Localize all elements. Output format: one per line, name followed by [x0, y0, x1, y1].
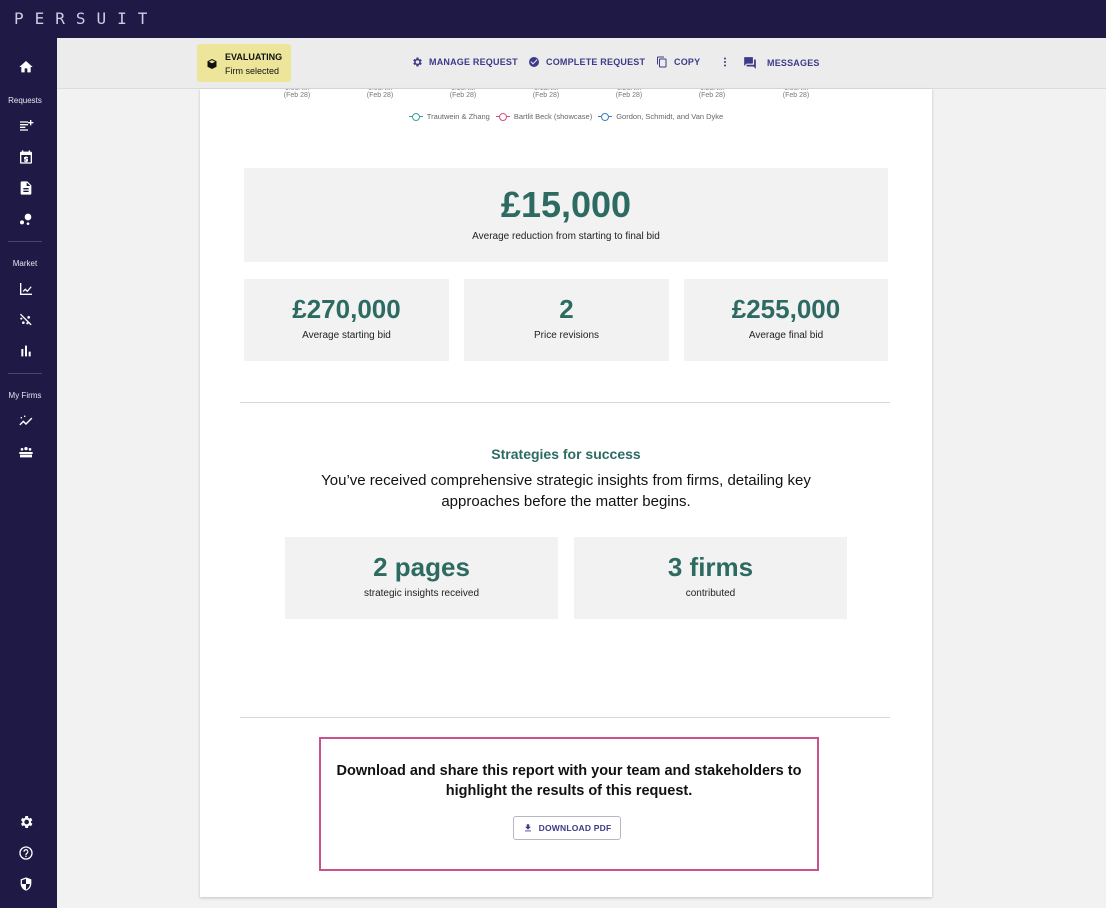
- status-title: EVALUATING: [225, 52, 283, 62]
- sidebar-section-requests: Requests: [8, 96, 42, 105]
- x-tick: 6:10AM(Feb 28): [449, 89, 477, 99]
- section-divider: [240, 402, 890, 403]
- status-box-icon: [206, 57, 218, 69]
- status-badge: EVALUATING Firm selected: [197, 44, 291, 82]
- chat-icon: [744, 57, 756, 69]
- x-tick: 6:05AM(Feb 28): [366, 89, 394, 99]
- app-logo[interactable]: PERSUIT: [14, 9, 158, 28]
- manage-request-label: MANAGE REQUEST: [429, 57, 518, 67]
- price-revisions-value: 2: [559, 294, 574, 324]
- insight-pages-card: 2 pages strategic insights received: [285, 537, 558, 619]
- insight-pages-value: 2 pages: [373, 552, 470, 582]
- report-card: 6:00AM(Feb 28) 6:05AM(Feb 28) 6:10AM(Feb…: [200, 89, 932, 897]
- line-chart-icon[interactable]: [17, 280, 35, 298]
- messages-button[interactable]: MESSAGES: [743, 56, 820, 70]
- x-tick: 6:30AM(Feb 28): [782, 89, 810, 99]
- contributing-firms-value: 3 firms: [667, 552, 754, 582]
- legend-label: Trautwein & Zhang: [426, 112, 490, 121]
- legend-label: Gordon, Schmidt, and Van Dyke: [616, 112, 724, 121]
- download-pdf-label: DOWNLOAD PDF: [538, 823, 612, 833]
- check-circle-icon: [529, 57, 539, 67]
- x-tick: 6:00AM(Feb 28): [283, 89, 311, 99]
- starting-bid-card: £270,000 Average starting bid: [244, 279, 449, 361]
- firms-group-icon[interactable]: [17, 443, 35, 461]
- new-request-icon[interactable]: [17, 117, 35, 135]
- strategies-description: You’ve received comprehensive strategic …: [321, 472, 811, 510]
- chart-x-axis: 6:00AM(Feb 28) 6:05AM(Feb 28) 6:10AM(Feb…: [200, 89, 932, 105]
- sidebar-section-my-firms: My Firms: [8, 391, 42, 400]
- request-header: EVALUATING Firm selected MANAGE REQUEST …: [57, 38, 1106, 89]
- x-tick: 6:20AM(Feb 28): [615, 89, 643, 99]
- x-tick: 6:15AM(Feb 28): [532, 89, 560, 99]
- download-icon: [524, 824, 531, 832]
- gear-icon: [413, 57, 422, 67]
- download-pdf-button[interactable]: DOWNLOAD PDF: [513, 816, 621, 840]
- sidebar-divider: [8, 373, 42, 374]
- sidebar: Requests Market My Firms: [0, 38, 57, 908]
- x-tick: 6:25AM(Feb 28): [698, 89, 726, 99]
- section-divider: [240, 717, 890, 718]
- workflow-icon[interactable]: [17, 210, 35, 228]
- copy-button[interactable]: COPY: [656, 56, 700, 68]
- reduction-label: Average reduction from starting to final…: [472, 231, 660, 242]
- reduction-stat-card: £15,000 Average reduction from starting …: [244, 168, 888, 262]
- more-vertical-icon: [724, 57, 726, 67]
- chart-legend: Trautwein & Zhang Bartlit Beck (showcase…: [200, 112, 932, 121]
- shield-icon[interactable]: [17, 875, 35, 893]
- scatter-trend-icon[interactable]: [17, 311, 35, 329]
- final-bid-label: Average final bid: [748, 330, 824, 341]
- document-icon[interactable]: [17, 179, 35, 197]
- legend-marker: [598, 112, 613, 121]
- manage-request-button[interactable]: MANAGE REQUEST: [411, 56, 518, 68]
- insight-pages-label: strategic insights received: [363, 588, 480, 599]
- home-icon[interactable]: [17, 58, 35, 76]
- settings-icon[interactable]: [17, 813, 35, 831]
- more-options-button[interactable]: [719, 56, 737, 68]
- legend-item[interactable]: Gordon, Schmidt, and Van Dyke: [598, 112, 723, 121]
- price-revisions-label: Price revisions: [533, 330, 600, 341]
- download-report-panel: Download and share this report with your…: [319, 737, 819, 871]
- legend-item[interactable]: Trautwein & Zhang: [408, 112, 490, 121]
- legend-label: Bartlit Beck (showcase): [513, 112, 593, 121]
- legend-marker: [495, 112, 510, 121]
- status-subtitle: Firm selected: [225, 66, 280, 76]
- contributing-firms-label: contributed: [685, 588, 736, 599]
- final-bid-card: £255,000 Average final bid: [684, 279, 888, 361]
- legend-marker: [408, 112, 423, 121]
- copy-label: COPY: [674, 57, 701, 67]
- reduction-value: £15,000: [500, 184, 632, 225]
- starting-bid-value: £270,000: [292, 294, 401, 324]
- sidebar-section-market: Market: [12, 259, 38, 268]
- price-revisions-card: 2 Price revisions: [464, 279, 669, 361]
- contributing-firms-card: 3 firms contributed: [574, 537, 847, 619]
- bar-chart-icon[interactable]: [17, 342, 35, 360]
- starting-bid-label: Average starting bid: [302, 330, 391, 341]
- sidebar-divider: [8, 241, 42, 242]
- legend-item[interactable]: Bartlit Beck (showcase): [495, 112, 593, 121]
- final-bid-value: £255,000: [731, 294, 841, 324]
- copy-icon: [657, 56, 667, 68]
- complete-request-button[interactable]: COMPLETE REQUEST: [528, 56, 645, 68]
- help-icon[interactable]: [17, 844, 35, 862]
- strategies-title: Strategies for success: [491, 446, 641, 462]
- firm-performance-icon[interactable]: [17, 412, 35, 430]
- download-report-text: Download and share this report with your…: [336, 763, 802, 799]
- calendar-dollar-icon[interactable]: [17, 148, 35, 166]
- complete-request-label: COMPLETE REQUEST: [546, 57, 646, 67]
- top-bar: PERSUIT: [0, 0, 1106, 38]
- messages-label: MESSAGES: [767, 58, 820, 68]
